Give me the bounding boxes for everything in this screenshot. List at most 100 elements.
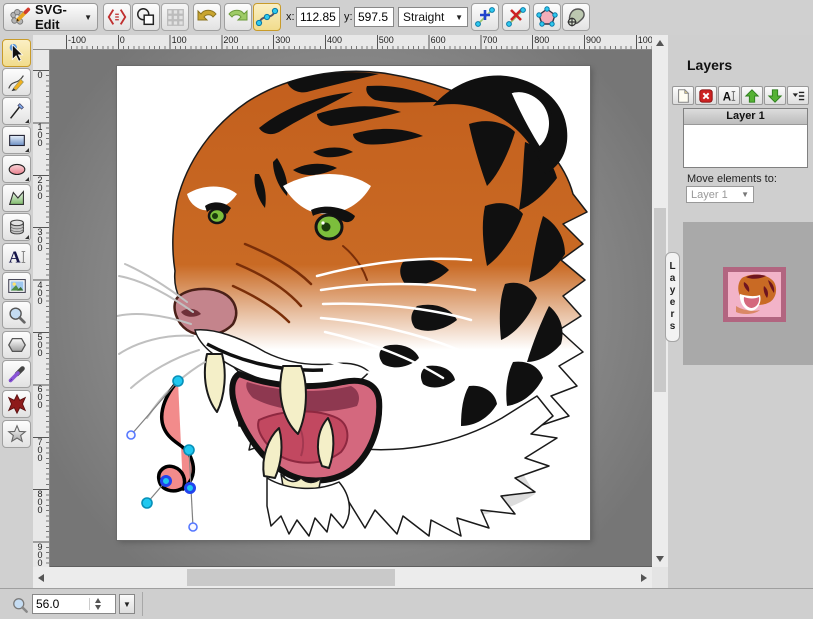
spin-up-icon bbox=[95, 598, 101, 603]
line-tool-icon bbox=[6, 100, 28, 122]
move-layer-up-button[interactable] bbox=[741, 86, 763, 105]
bottom-bar-divider bbox=[142, 592, 143, 616]
arrow-right-icon bbox=[641, 574, 647, 582]
undo-button[interactable] bbox=[193, 3, 221, 31]
image-tool-button[interactable] bbox=[2, 272, 31, 300]
delete-node-icon bbox=[504, 5, 528, 29]
move-layer-down-button[interactable] bbox=[764, 86, 786, 105]
path-edit-overlay[interactable] bbox=[127, 376, 197, 531]
delete-node-button[interactable] bbox=[502, 3, 530, 31]
polygon-tool-button[interactable] bbox=[2, 331, 31, 359]
star-tool-button[interactable] bbox=[2, 420, 31, 448]
tiger-nose bbox=[175, 289, 237, 335]
pencil-tool-icon bbox=[6, 71, 28, 93]
redo-icon bbox=[226, 5, 250, 29]
shape-library-button[interactable] bbox=[2, 213, 31, 241]
grid-icon bbox=[164, 6, 186, 28]
rename-layer-button[interactable]: A bbox=[718, 86, 740, 105]
rectangle-tool-button[interactable] bbox=[2, 126, 31, 154]
ruler-tick-label: 0 bbox=[118, 35, 125, 45]
horizontal-scrollbar-thumb[interactable] bbox=[187, 569, 395, 586]
ellipse-tool-button[interactable] bbox=[2, 155, 31, 183]
new-layer-button[interactable] bbox=[672, 86, 694, 105]
wireframe-button[interactable] bbox=[132, 3, 160, 31]
layers-panel-title: Layers bbox=[687, 57, 732, 73]
ruler-tick-label: 600 bbox=[35, 384, 45, 408]
ruler-tick-label: 200 bbox=[35, 175, 45, 199]
y-coordinate-input[interactable] bbox=[354, 7, 394, 27]
layers-panel: Layers A bbox=[668, 35, 813, 619]
x-coordinate-label: x: bbox=[286, 11, 295, 23]
grid-button[interactable] bbox=[161, 3, 189, 31]
select-tool-icon bbox=[6, 42, 28, 64]
ruler-tick-label: 600 bbox=[429, 35, 446, 45]
path-node bbox=[173, 376, 183, 386]
zoom-tool-button[interactable] bbox=[2, 301, 31, 329]
eyedropper-tool-button[interactable] bbox=[2, 360, 31, 388]
close-path-icon bbox=[535, 5, 559, 29]
eyedropper-icon bbox=[6, 363, 28, 385]
zoom-spinner[interactable] bbox=[89, 598, 105, 610]
layer-list: Layer 1 bbox=[683, 108, 808, 168]
scroll-right-button[interactable] bbox=[636, 567, 652, 588]
layer-row-selected[interactable]: Layer 1 bbox=[684, 109, 807, 125]
zoom-icon bbox=[10, 595, 30, 615]
move-elements-select[interactable]: Layer 1 ▼ bbox=[686, 186, 754, 203]
image-tool-icon bbox=[6, 275, 28, 297]
source-code-icon bbox=[106, 6, 128, 28]
source-code-button[interactable] bbox=[103, 3, 131, 31]
rename-layer-icon: A bbox=[721, 88, 737, 104]
close-path-button[interactable] bbox=[533, 3, 561, 31]
canvas-artwork[interactable] bbox=[117, 66, 590, 540]
zoom-level-input[interactable] bbox=[33, 597, 89, 611]
ruler-tick-label: 400 bbox=[35, 280, 45, 304]
open-path-button[interactable] bbox=[562, 3, 590, 31]
text-tool-button[interactable]: A bbox=[2, 243, 31, 271]
layer-thumbnail-image bbox=[728, 272, 781, 317]
starburst-shape-button[interactable] bbox=[2, 390, 31, 418]
svg-edit-app: SVG-Edit ▼ bbox=[0, 0, 813, 619]
select-tool-button[interactable] bbox=[2, 39, 31, 67]
select-caret-icon: ▼ bbox=[123, 600, 131, 609]
selected-path-node bbox=[186, 484, 195, 493]
layer-thumbnail bbox=[723, 267, 786, 322]
ruler-tick-label: 300 bbox=[273, 35, 290, 45]
wireframe-icon bbox=[135, 6, 157, 28]
x-coordinate-input[interactable] bbox=[296, 7, 340, 27]
segment-type-select[interactable]: Straight ▼ bbox=[398, 7, 468, 27]
path-tool-button[interactable] bbox=[2, 184, 31, 212]
add-node-button[interactable] bbox=[471, 3, 499, 31]
line-tool-button[interactable] bbox=[2, 97, 31, 125]
layer-more-button[interactable] bbox=[787, 86, 809, 105]
selected-path-node bbox=[162, 477, 171, 486]
main-menu-button[interactable]: SVG-Edit ▼ bbox=[3, 3, 98, 31]
zoom-preset-dropdown[interactable]: ▼ bbox=[119, 594, 135, 614]
path-node bbox=[142, 498, 152, 508]
edit-path-tool-button[interactable] bbox=[253, 3, 281, 31]
pencil-tool-button[interactable] bbox=[2, 68, 31, 96]
scroll-up-button[interactable] bbox=[652, 35, 668, 51]
star-shape-icon bbox=[6, 423, 28, 445]
drawing-canvas[interactable] bbox=[117, 66, 590, 540]
menu-caret-icon: ▼ bbox=[84, 13, 92, 22]
ruler-tick-label: 800 bbox=[35, 489, 45, 513]
arrow-down-icon bbox=[656, 556, 664, 562]
app-logo-icon bbox=[9, 4, 31, 31]
layer-down-icon bbox=[767, 88, 783, 104]
text-tool-icon: A bbox=[6, 246, 28, 268]
ruler-tick-label: 500 bbox=[35, 332, 45, 356]
delete-layer-button[interactable] bbox=[695, 86, 717, 105]
ruler-tick-label: 700 bbox=[480, 35, 497, 45]
delete-layer-icon bbox=[698, 88, 714, 104]
scroll-down-button[interactable] bbox=[652, 551, 668, 567]
ruler-tick-label: 400 bbox=[325, 35, 342, 45]
scroll-left-button[interactable] bbox=[33, 567, 49, 588]
path-node bbox=[184, 445, 194, 455]
ruler-tick-label: 700 bbox=[35, 437, 45, 461]
redo-button[interactable] bbox=[224, 3, 252, 31]
workspace[interactable] bbox=[50, 50, 652, 567]
horizontal-scrollbar[interactable] bbox=[33, 567, 652, 588]
layers-panel-toggle-tab[interactable]: Layers bbox=[665, 252, 680, 342]
app-menu-label: SVG-Edit bbox=[35, 2, 80, 32]
rectangle-tool-icon bbox=[6, 129, 28, 151]
